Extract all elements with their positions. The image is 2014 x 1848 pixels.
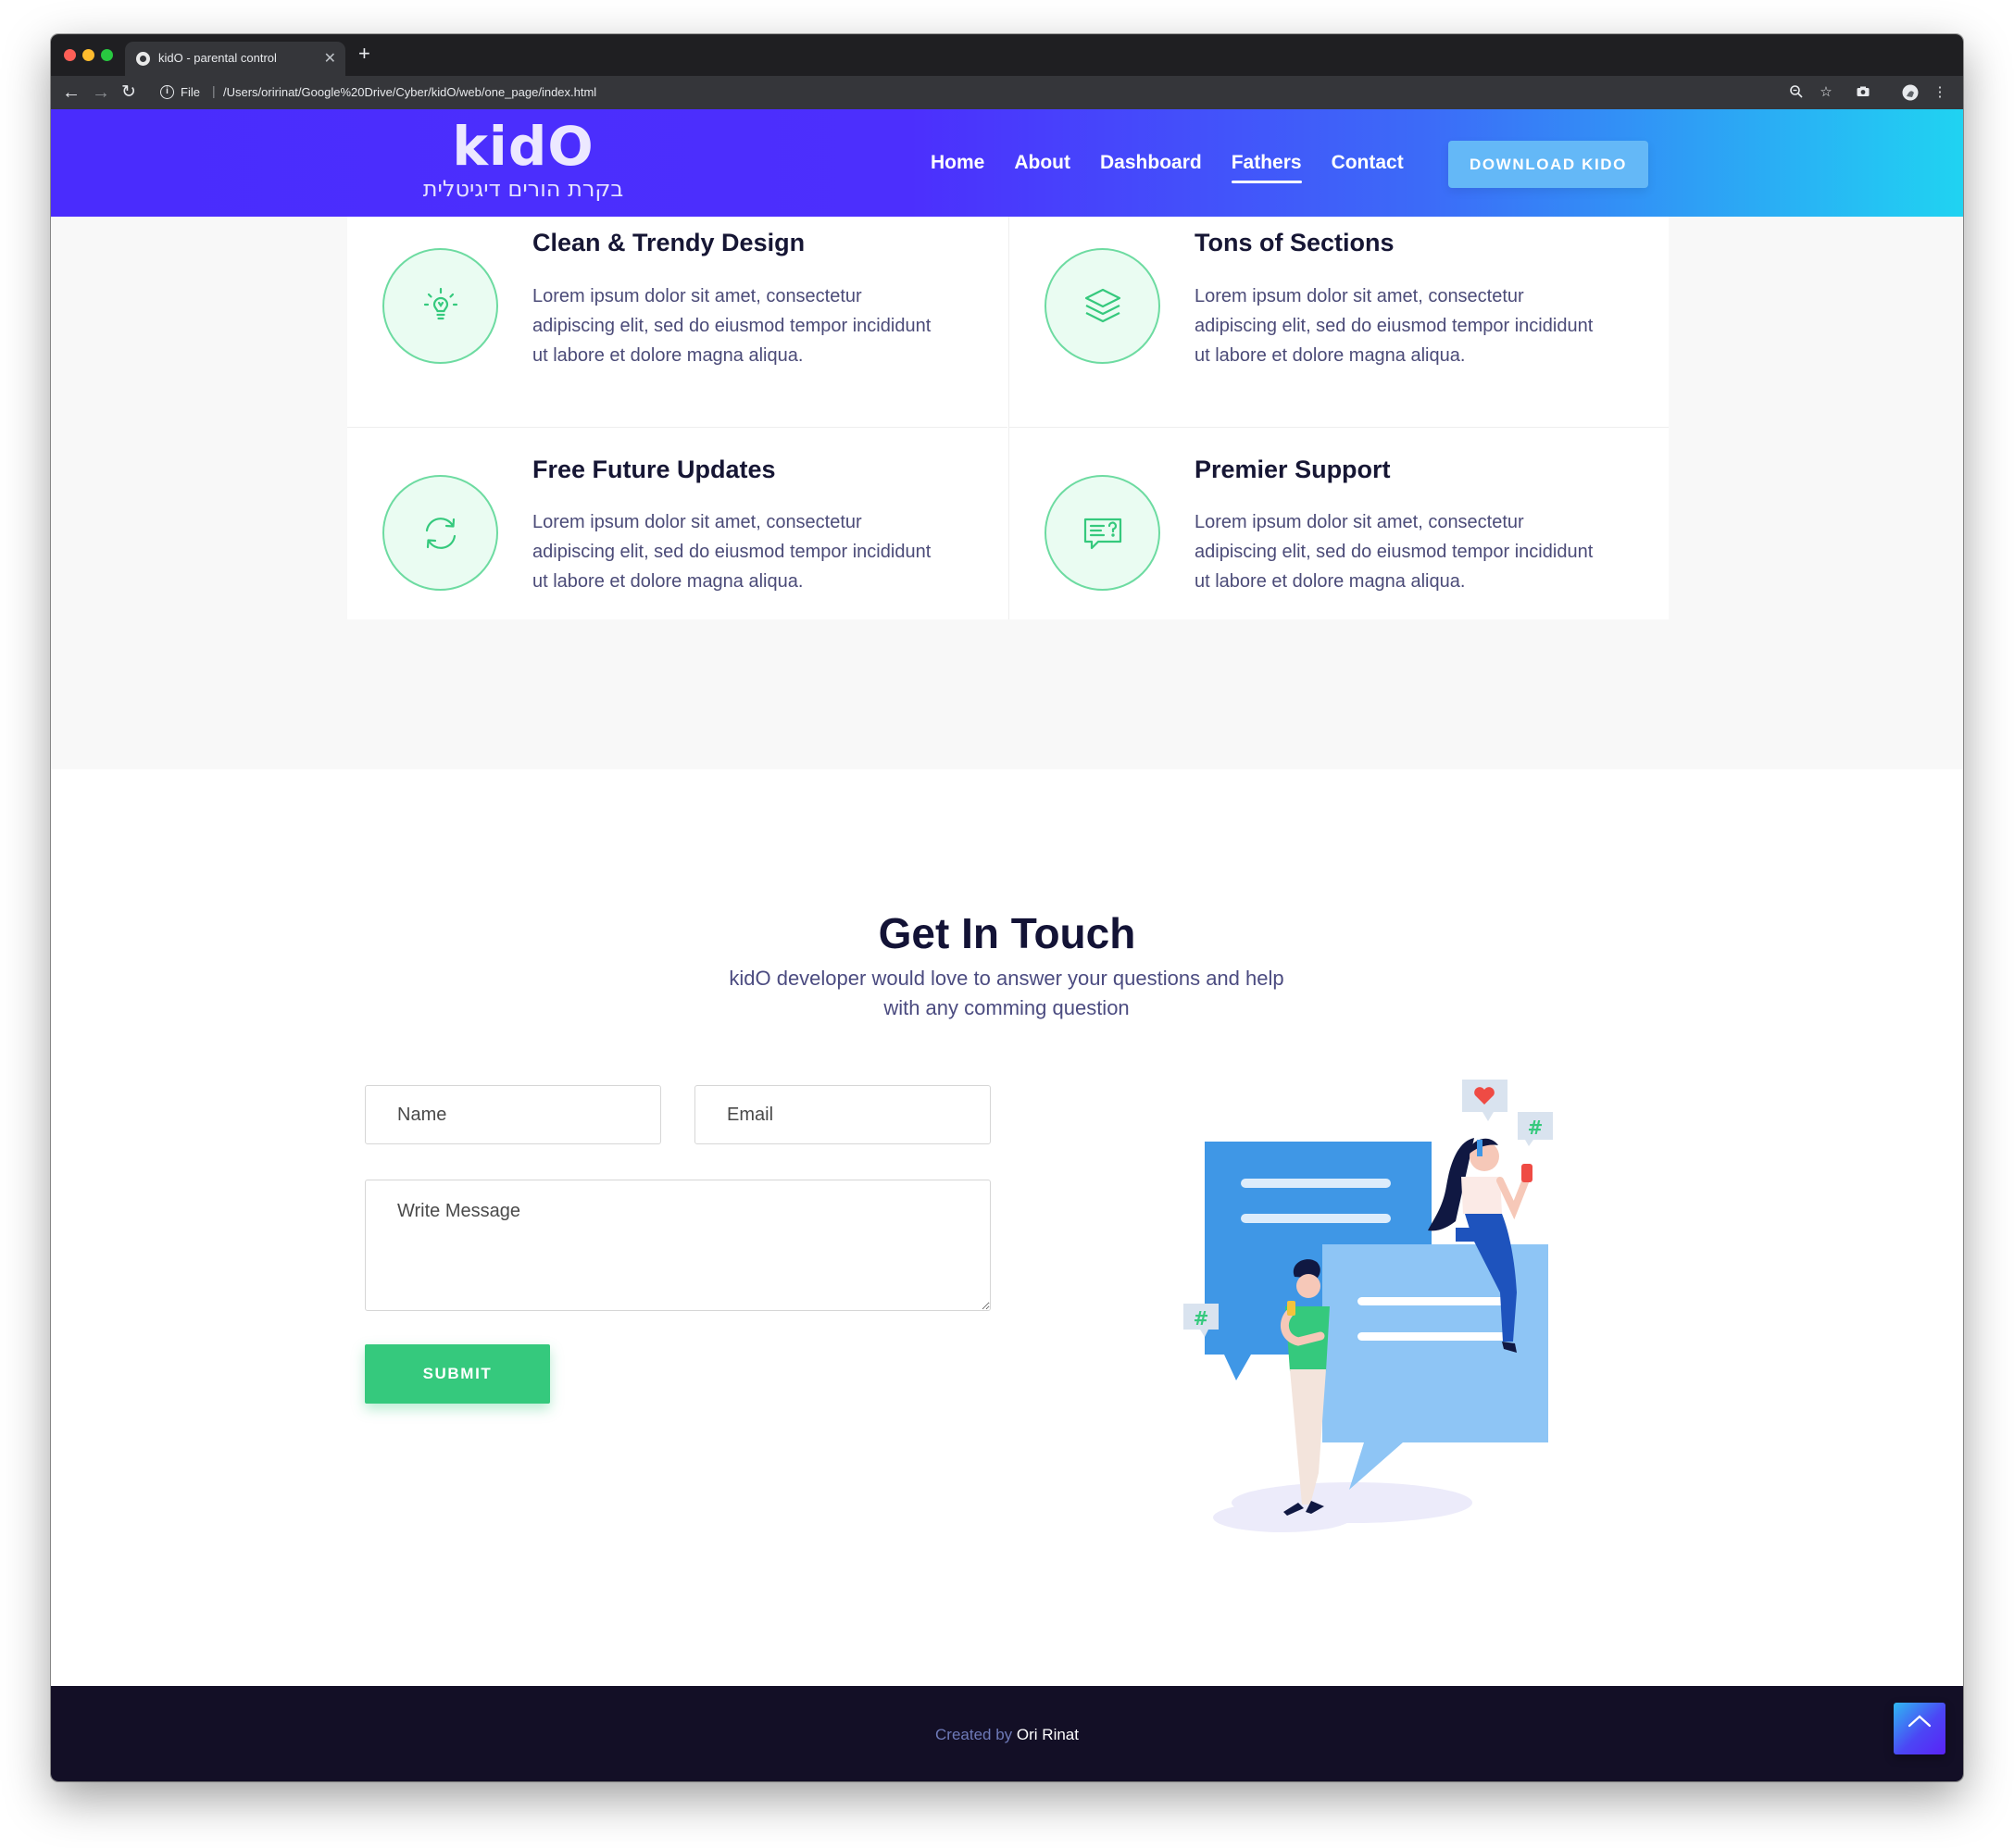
email-input[interactable] <box>694 1085 991 1144</box>
back-icon[interactable]: ← <box>62 81 81 104</box>
footer-credit: Created by Ori Rinat <box>51 1726 1963 1744</box>
nav-dashboard[interactable]: Dashboard <box>1100 150 1202 176</box>
features-grid: Clean & Trendy Design Lorem ipsum dolor … <box>347 217 1669 619</box>
close-tab-icon[interactable]: ✕ <box>324 49 336 68</box>
svg-text:#: # <box>1528 1117 1544 1139</box>
feature-title: Free Future Updates <box>532 456 776 483</box>
info-icon[interactable]: i <box>160 85 174 99</box>
logo-tagline: בקרת הורים דיגיטלית <box>422 176 624 202</box>
minimize-window-button[interactable] <box>82 49 94 61</box>
feature-title: Tons of Sections <box>1195 229 1395 256</box>
feature-card: Tons of Sections Lorem ipsum dolor sit a… <box>1008 217 1669 427</box>
close-window-button[interactable] <box>64 49 76 61</box>
footer-author[interactable]: Ori Rinat <box>1017 1726 1079 1743</box>
main-nav: Home About Dashboard Fathers Contact <box>931 150 1404 183</box>
browser-toolbar: ← → ↻ i File | /Users/oririnat/Google%20… <box>51 76 1963 109</box>
refresh-icon <box>382 475 498 591</box>
feature-title: Clean & Trendy Design <box>532 229 806 256</box>
nav-fathers[interactable]: Fathers <box>1231 150 1302 183</box>
feature-title: Premier Support <box>1195 456 1391 483</box>
contact-title: Get In Touch <box>878 909 1136 957</box>
bookmark-star-icon[interactable]: ☆ <box>1818 84 1834 101</box>
layers-icon <box>1045 248 1160 364</box>
submit-button[interactable]: SUBMIT <box>365 1344 550 1404</box>
nav-about[interactable]: About <box>1014 150 1070 176</box>
footer-created-by: Created by <box>935 1726 1013 1743</box>
camera-extension-icon[interactable] <box>1855 84 1871 101</box>
browser-tab-bar: kidO - parental control ✕ + <box>51 34 1963 76</box>
feature-text: Lorem ipsum dolor sit amet, consectetur … <box>532 512 932 592</box>
feature-text: Lorem ipsum dolor sit amet, consectetur … <box>1195 512 1594 592</box>
browser-menu-icon[interactable]: ⋮ <box>1932 84 1948 101</box>
message-textarea[interactable] <box>365 1180 991 1311</box>
maximize-window-button[interactable] <box>101 49 113 61</box>
contact-subtitle: kidO developer would love to answer your… <box>729 967 1284 1019</box>
feature-text: Lorem ipsum dolor sit amet, consectetur … <box>532 286 932 366</box>
forward-icon[interactable]: → <box>92 81 110 104</box>
feature-card: Clean & Trendy Design Lorem ipsum dolor … <box>347 217 1007 427</box>
browser-window: kidO - parental control ✕ + ← → ↻ i File… <box>51 34 1963 1781</box>
lightbulb-icon <box>382 248 498 364</box>
url-scheme: File <box>181 85 200 99</box>
profile-avatar-icon[interactable] <box>1902 84 1919 101</box>
tab-title: kidO - parental control <box>158 51 277 65</box>
contact-section: Get In Touch kidO developer would love t… <box>51 769 1963 1686</box>
new-tab-button[interactable]: + <box>358 42 370 66</box>
nav-home[interactable]: Home <box>931 150 984 176</box>
chevron-up-icon <box>1908 1715 1932 1728</box>
chat-illustration: # # <box>1183 1080 1553 1532</box>
logo[interactable]: kidO בקרת הורים דיגיטלית <box>407 111 639 202</box>
feature-text: Lorem ipsum dolor sit amet, consectetur … <box>1195 286 1594 366</box>
address-bar[interactable]: i File | /Users/oririnat/Google%20Drive/… <box>151 81 1808 105</box>
url-text[interactable]: /Users/oririnat/Google%20Drive/Cyber/kid… <box>223 85 596 99</box>
page-viewport: kidO בקרת הורים דיגיטלית Home About Dash… <box>51 109 1963 1781</box>
feature-card: Premier Support Lorem ipsum dolor sit am… <box>1008 427 1669 619</box>
url-separator: | <box>212 83 216 98</box>
zoom-icon[interactable] <box>1788 84 1805 101</box>
logo-wordmark: kidO <box>452 115 594 178</box>
scroll-to-top-button[interactable] <box>1894 1703 1945 1754</box>
download-button[interactable]: DOWNLOAD KIDO <box>1448 141 1648 188</box>
globe-icon <box>136 52 150 66</box>
name-input[interactable] <box>365 1085 661 1144</box>
support-chat-icon <box>1045 475 1160 591</box>
browser-tab[interactable]: kidO - parental control ✕ <box>125 42 345 76</box>
site-footer: Created by Ori Rinat <box>51 1686 1963 1781</box>
feature-card: Free Future Updates Lorem ipsum dolor si… <box>347 427 1007 619</box>
svg-text:#: # <box>1194 1307 1209 1330</box>
reload-icon[interactable]: ↻ <box>121 81 136 104</box>
site-header: kidO בקרת הורים דיגיטלית Home About Dash… <box>51 109 1963 217</box>
nav-contact[interactable]: Contact <box>1332 150 1404 176</box>
